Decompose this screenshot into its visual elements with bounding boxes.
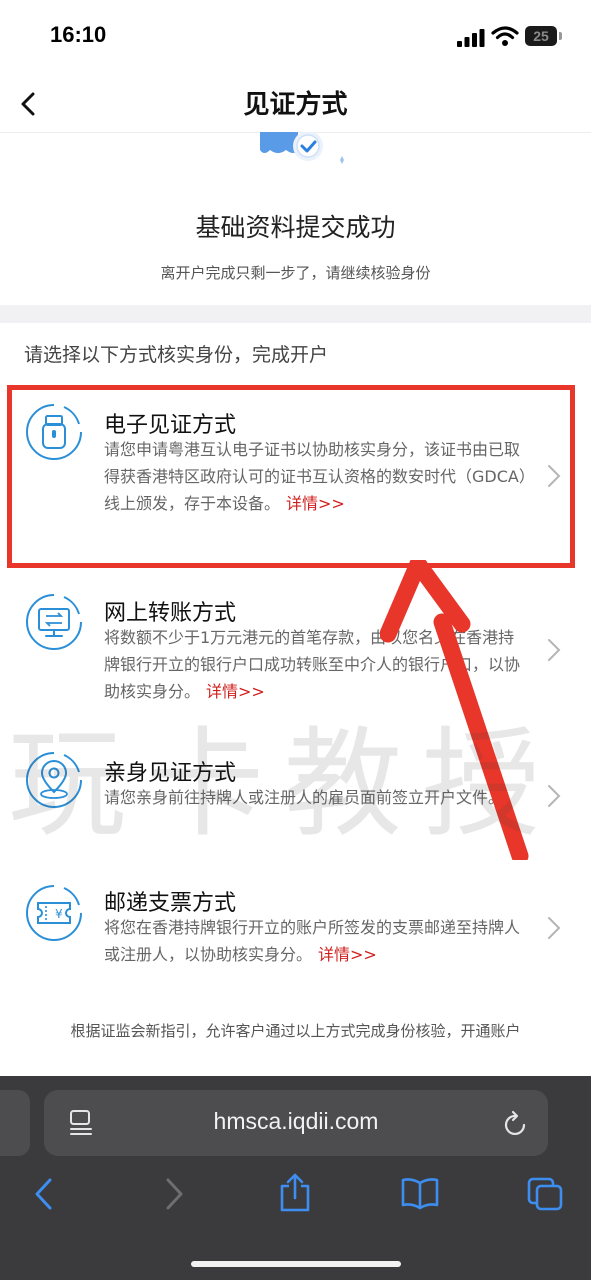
page-title: 见证方式	[243, 90, 348, 120]
cellular-signal-icon	[457, 29, 485, 47]
option-title: 邮递支票方式	[104, 891, 237, 916]
select-method-prompt: 请选择以下方式核实身份，完成开户	[24, 344, 329, 366]
option-description: 将您在香港持牌银行开立的账户所签发的支票邮递至持牌人或注册人，以协助核实身分。详…	[104, 918, 521, 964]
regulation-note: 根据证监会新指引，允许客户通过以上方式完成身份核验，开通账户	[70, 1022, 521, 1040]
url-text: hmsca.iqdii.com	[213, 1108, 379, 1134]
success-title: 基础资料提交成功	[195, 213, 396, 242]
success-document-icon	[260, 132, 344, 164]
cheque-icon: ¥	[26, 885, 82, 941]
battery-tip	[559, 32, 562, 40]
success-subtitle: 离开户完成只剩一步了，请继续核验身份	[160, 264, 431, 282]
status-bar: 16:10 25	[0, 0, 591, 76]
previous-tab-preview[interactable]	[0, 1090, 30, 1156]
browser-toolbar: hmsca.iqdii.com	[0, 1076, 591, 1280]
details-link[interactable]: 详情>>	[318, 945, 377, 964]
option-mail-cheque[interactable]: ¥ 邮递支票方式 将您在香港持牌银行开立的账户所签发的支票邮递至持牌人或注册人，…	[0, 875, 591, 975]
bookmarks-icon[interactable]	[400, 1176, 440, 1210]
home-indicator	[191, 1261, 401, 1267]
address-bar[interactable]: hmsca.iqdii.com	[44, 1090, 548, 1156]
option-title: 网上转账方式	[104, 601, 237, 626]
nav-bar: 见证方式	[0, 76, 591, 133]
wifi-icon	[491, 26, 519, 46]
section-divider	[0, 305, 591, 323]
battery-icon: 25	[525, 26, 557, 46]
svg-text:¥: ¥	[55, 907, 63, 921]
highlight-box	[7, 385, 575, 568]
monitor-transfer-icon	[26, 594, 82, 650]
browser-back-icon[interactable]	[32, 1176, 56, 1212]
status-time: 16:10	[50, 22, 107, 47]
tabs-icon[interactable]	[526, 1176, 564, 1212]
share-icon[interactable]	[278, 1172, 312, 1214]
chevron-right-icon	[548, 917, 561, 939]
watermark-text: 玩卡教授	[8, 715, 561, 853]
browser-forward-icon[interactable]	[162, 1176, 186, 1212]
reload-icon[interactable]	[502, 1108, 530, 1138]
